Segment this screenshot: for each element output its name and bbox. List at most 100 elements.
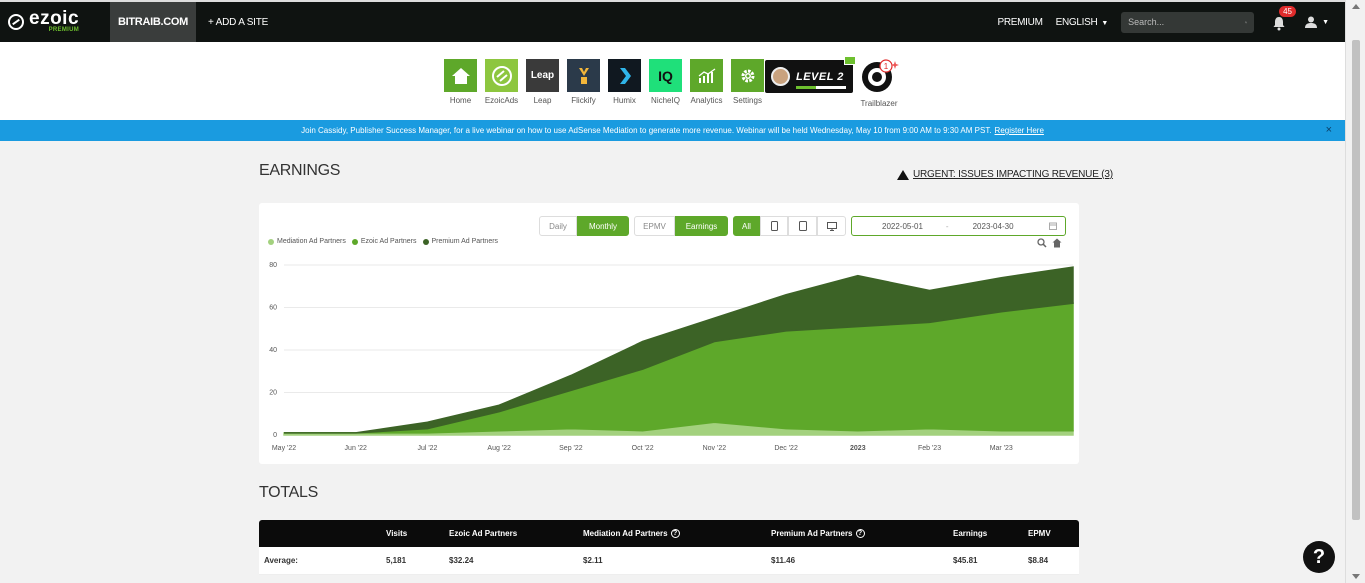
monthly-button[interactable]: Monthly xyxy=(577,216,629,236)
legend-dot xyxy=(268,238,274,245)
bell-icon xyxy=(1273,17,1285,31)
legend-dot xyxy=(351,238,358,245)
level-progress-bar xyxy=(796,86,846,89)
scrollbar-thumb[interactable] xyxy=(1352,40,1360,520)
reset-zoom-home-icon[interactable] xyxy=(1052,238,1062,248)
epmv-button[interactable]: EPMV xyxy=(634,216,675,236)
urgent-issues-text: URGENT: ISSUES IMPACTING REVENUE (3) xyxy=(913,169,1113,180)
legend-item[interactable]: Ezoic Ad Partners xyxy=(351,238,417,245)
app-humix[interactable]: Humix xyxy=(604,59,645,105)
app-home[interactable]: Home xyxy=(440,59,481,105)
app-analytics[interactable]: Analytics xyxy=(686,59,727,105)
x-tick-label: Feb '23 xyxy=(918,445,941,452)
register-link[interactable]: Register Here xyxy=(995,126,1044,135)
add-site-link[interactable]: + ADD A SITE xyxy=(208,17,268,28)
date-range-picker[interactable]: 2022-05-01 - 2023-04-30 xyxy=(851,216,1066,236)
premium-link[interactable]: PREMIUM xyxy=(997,17,1042,28)
ezoicads-icon xyxy=(485,59,518,92)
trailblazer-button[interactable]: 1 Trailblazer xyxy=(858,59,900,108)
x-tick-label: Jun '22 xyxy=(345,445,367,452)
app-label: Home xyxy=(449,96,472,105)
analytics-icon xyxy=(690,59,723,92)
daily-button[interactable]: Daily xyxy=(539,216,577,236)
earnings-button[interactable]: Earnings xyxy=(675,216,728,236)
site-tab[interactable]: BITRAIB.COM xyxy=(110,2,196,42)
app-flickify[interactable]: Flickify xyxy=(563,59,604,105)
leap-icon: Leap xyxy=(526,59,559,92)
area-series[interactable] xyxy=(284,302,1074,434)
caret-down-icon: ▼ xyxy=(1101,19,1109,27)
desktop-button[interactable] xyxy=(817,216,846,236)
zoom-icon[interactable] xyxy=(1037,238,1047,248)
tablet-icon xyxy=(798,221,807,231)
tablet-button[interactable] xyxy=(788,216,817,236)
x-tick-label: Aug '22 xyxy=(487,445,511,452)
search-box[interactable] xyxy=(1121,11,1255,33)
help-button[interactable]: ? xyxy=(1303,541,1335,573)
x-tick-label: Sep '22 xyxy=(559,445,583,452)
language-dropdown[interactable]: ENGLISH ▼ xyxy=(1056,17,1109,28)
y-tick-label: 60 xyxy=(269,305,277,312)
app-label: NicheIQ xyxy=(651,96,680,105)
table-row: Average: 5,181 $32.24 $2.11 $11.46 $45.8… xyxy=(259,547,1079,575)
warning-icon xyxy=(897,169,909,180)
x-tick-label: May '22 xyxy=(272,445,296,452)
legend-label: Ezoic Ad Partners xyxy=(360,238,417,245)
caret-down-icon: ▼ xyxy=(1322,18,1329,26)
x-tick-label: Oct '22 xyxy=(632,445,654,452)
cell-visits: 5,181 xyxy=(386,556,407,565)
legend-item[interactable]: Premium Ad Partners xyxy=(422,238,498,245)
earnings-area-chart: 0 20 40 60 80 May '22 Jun '22 Jul '22 Aug '22 Sep… xyxy=(269,262,1074,452)
app-leap[interactable]: Leap Leap xyxy=(522,59,563,105)
search-input[interactable] xyxy=(1128,17,1246,27)
x-tick-label: Nov '22 xyxy=(703,445,727,452)
gear-icon xyxy=(731,59,764,92)
app-label: Humix xyxy=(613,96,636,105)
legend-item[interactable]: Mediation Ad Partners xyxy=(268,238,346,245)
close-icon[interactable]: × xyxy=(1326,124,1332,136)
app-label: EzoicAds xyxy=(484,96,519,105)
x-tick-label: Dec '22 xyxy=(774,445,798,452)
ezoic-logo[interactable]: ezoic PREMIUM xyxy=(0,2,110,42)
cell-mediation: $2.11 xyxy=(583,556,603,565)
level-badge[interactable]: LEVEL 2 xyxy=(765,56,856,93)
scroll-down-icon[interactable] xyxy=(1352,574,1360,579)
col-mediation-ad-partners: Mediation Ad Partners ? xyxy=(583,520,680,547)
webinar-banner: Join Cassidy, Publisher Success Manager,… xyxy=(0,120,1345,141)
y-tick-label: 20 xyxy=(269,390,277,397)
envelope-icon[interactable] xyxy=(844,56,856,65)
trailblazer-icon: 1 xyxy=(862,59,899,92)
banner-text: Join Cassidy, Publisher Success Manager,… xyxy=(301,126,992,135)
date-separator: - xyxy=(945,221,949,231)
app-label: Leap xyxy=(533,96,552,105)
user-menu[interactable]: ▼ xyxy=(1304,15,1329,29)
notification-count-badge: 45 xyxy=(1279,6,1296,17)
row-label: Average: xyxy=(264,556,298,565)
vertical-scrollbar[interactable] xyxy=(1345,0,1365,583)
cell-premium: $11.46 xyxy=(771,556,796,565)
x-tick-label: 2023 xyxy=(850,445,866,452)
app-settings[interactable]: Settings xyxy=(727,59,768,105)
y-tick-label: 0 xyxy=(273,432,277,439)
legend-dot xyxy=(422,238,429,245)
help-circle-icon[interactable]: ? xyxy=(670,529,680,538)
app-label: Flickify xyxy=(571,96,596,105)
notifications-button[interactable]: 45 xyxy=(1272,6,1296,32)
earnings-chart-card: Daily Monthly EPMV Earnings All 2022-05-… xyxy=(259,203,1079,464)
urgent-issues-link[interactable]: URGENT: ISSUES IMPACTING REVENUE (3) xyxy=(897,169,1113,180)
mobile-icon xyxy=(770,221,778,231)
level-progress-fill xyxy=(796,86,816,89)
y-tick-label: 40 xyxy=(269,347,277,354)
app-nicheiq[interactable]: IQ NicheIQ xyxy=(645,59,686,105)
level-label: LEVEL 2 xyxy=(796,70,844,83)
calendar-icon xyxy=(1049,222,1057,230)
trailblazer-badge: 1 xyxy=(884,62,889,71)
mobile-button[interactable] xyxy=(760,216,788,236)
all-devices-button[interactable]: All xyxy=(733,216,760,236)
help-circle-icon[interactable]: ? xyxy=(855,529,865,538)
search-icon[interactable] xyxy=(1245,18,1247,27)
col-premium-ad-partners: Premium Ad Partners ? xyxy=(771,520,865,547)
earnings-title: EARNINGS xyxy=(259,162,341,179)
scroll-up-icon[interactable] xyxy=(1352,4,1360,9)
app-ezoicads[interactable]: EzoicAds xyxy=(481,59,522,105)
